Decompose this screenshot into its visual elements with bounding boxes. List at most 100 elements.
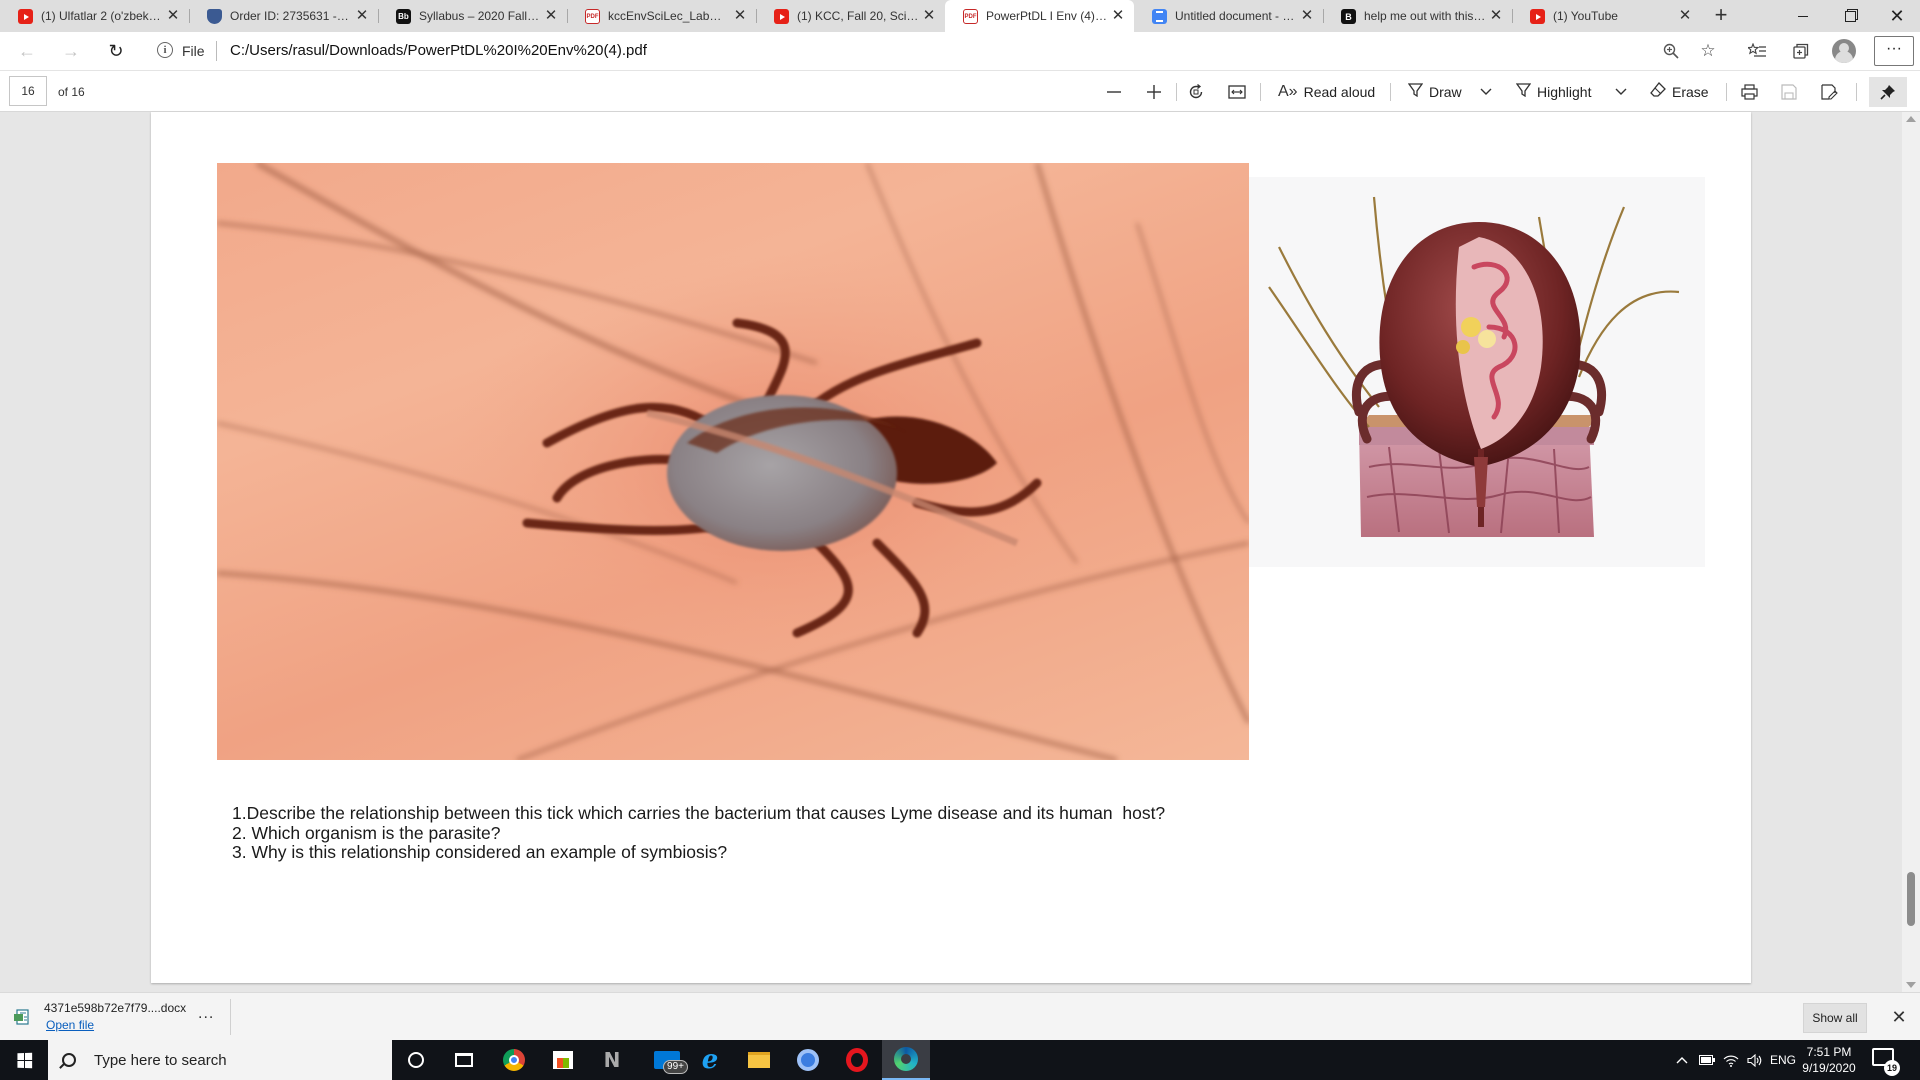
read-aloud-button[interactable]: A» Read aloud (1278, 77, 1375, 107)
favorite-star-icon[interactable]: ☆ (1693, 36, 1723, 66)
close-download-bar-icon[interactable]: ✕ (1887, 1005, 1911, 1029)
task-view-icon (455, 1053, 473, 1067)
pdf-toolbar: 16 of 16 A» Read aloud Draw Highlight Er… (0, 70, 1920, 112)
close-tab-icon[interactable]: ✕ (921, 8, 937, 24)
volume-icon[interactable] (1744, 1040, 1766, 1080)
zoom-out-icon[interactable] (1106, 77, 1122, 107)
cortana-button[interactable] (392, 1040, 440, 1080)
settings-more-button[interactable]: ··· (1874, 36, 1914, 66)
favorites-list-icon[interactable] (1742, 36, 1772, 66)
highlight-button[interactable]: Highlight (1515, 77, 1591, 107)
opera-taskbar-button[interactable] (833, 1040, 881, 1080)
close-tab-icon[interactable]: ✕ (732, 8, 748, 24)
profile-avatar[interactable] (1832, 39, 1856, 63)
forward-arrow-icon[interactable]: → (56, 36, 86, 66)
scroll-up-arrow-icon[interactable] (1906, 116, 1916, 122)
page-number-input[interactable]: 16 (9, 76, 47, 106)
refresh-icon[interactable]: ↻ (101, 36, 131, 66)
vertical-scrollbar[interactable] (1902, 112, 1920, 992)
search-placeholder: Type here to search (94, 1051, 227, 1069)
close-tab-icon[interactable]: ✕ (543, 8, 559, 24)
chrome-taskbar-button[interactable] (490, 1040, 538, 1080)
url-field[interactable]: C:/Users/rasul/Downloads/PowerPtDL%20I%2… (230, 42, 647, 59)
restore-icon[interactable] (1827, 0, 1873, 32)
url-scheme-label: File (182, 43, 205, 59)
mail-badge: 99+ (663, 1060, 688, 1074)
save-icon[interactable] (1781, 77, 1797, 107)
tab-google-docs[interactable]: Untitled document - Google Docs ✕ (1134, 0, 1323, 32)
erase-button[interactable]: Erase (1650, 77, 1709, 107)
rotate-icon[interactable] (1188, 77, 1204, 107)
store-taskbar-button[interactable] (539, 1040, 587, 1080)
draw-icon (1407, 82, 1424, 102)
wifi-icon[interactable] (1720, 1040, 1742, 1080)
tab-title: (1) Ulfatlar 2 (o'zbek film) (41, 9, 163, 23)
shield-icon (207, 9, 222, 24)
tab-syllabus[interactable]: Bb Syllabus – 2020 Fall Term ✕ (378, 0, 567, 32)
tab-brainly[interactable]: B help me out with this tick ✕ (1323, 0, 1512, 32)
search-icon (62, 1053, 76, 1067)
chromium-icon (797, 1049, 819, 1071)
draw-button[interactable]: Draw (1407, 77, 1462, 107)
cortana-icon (408, 1052, 424, 1068)
question-2: 2. Which organism is the parasite? (232, 822, 501, 843)
tab-kcc-lab[interactable]: (1) KCC, Fall 20, Sci 51, Lab ✕ (756, 0, 945, 32)
close-tab-icon[interactable]: ✕ (354, 8, 370, 24)
tab-lab-calendar[interactable]: PDF kccEnvSciLec_LabCalendar ✕ (567, 0, 756, 32)
new-tab-button[interactable]: + (1701, 0, 1741, 32)
mail-taskbar-button[interactable]: 99+ (643, 1040, 691, 1080)
eraser-icon (1650, 82, 1666, 102)
close-tab-icon[interactable]: ✕ (1677, 8, 1693, 24)
tab-order-id[interactable]: Order ID: 2735631 - Paper ✕ (189, 0, 378, 32)
edge-taskbar-button[interactable] (882, 1040, 930, 1080)
taskbar-clock[interactable]: 7:51 PM 9/19/2020 (1794, 1044, 1864, 1076)
toolbar-divider (1390, 83, 1391, 101)
start-button[interactable] (0, 1040, 48, 1080)
highlight-options-chevron-icon[interactable] (1615, 77, 1627, 107)
tick-on-skin-photo (217, 163, 1249, 760)
close-tab-icon[interactable]: ✕ (1488, 8, 1504, 24)
folder-icon (748, 1052, 770, 1068)
close-tab-icon[interactable]: ✕ (1110, 8, 1126, 24)
pin-toolbar-icon[interactable] (1869, 77, 1907, 107)
zoom-icon[interactable] (1656, 36, 1686, 66)
battery-icon[interactable] (1696, 1040, 1718, 1080)
scroll-down-arrow-icon[interactable] (1906, 982, 1916, 988)
close-tab-icon[interactable]: ✕ (1299, 8, 1315, 24)
chromium-taskbar-button[interactable] (784, 1040, 832, 1080)
window-close-icon[interactable]: ✕ (1874, 0, 1920, 32)
print-icon[interactable] (1741, 77, 1758, 107)
zoom-in-icon[interactable] (1146, 77, 1162, 107)
tick-anatomy-model-photo (1249, 177, 1705, 567)
youtube-icon (18, 9, 33, 24)
tab-youtube[interactable]: (1) YouTube ✕ (1512, 0, 1701, 32)
pdf-icon: PDF (963, 9, 978, 24)
highlight-icon (1515, 82, 1532, 102)
scrollbar-thumb[interactable] (1907, 872, 1915, 926)
ie-taskbar-button[interactable]: e (686, 1040, 734, 1080)
draw-label: Draw (1429, 84, 1462, 100)
app-n-taskbar-button[interactable]: N (588, 1040, 636, 1080)
blackboard-icon: Bb (396, 9, 411, 24)
explorer-taskbar-button[interactable] (735, 1040, 783, 1080)
site-info-icon[interactable]: i (157, 42, 173, 58)
fit-page-icon[interactable] (1228, 77, 1246, 107)
tab-ulfatlar[interactable]: (1) Ulfatlar 2 (o'zbek film) ✕ (0, 0, 189, 32)
collections-icon[interactable] (1786, 36, 1816, 66)
save-as-icon[interactable] (1821, 77, 1838, 107)
minimize-icon[interactable] (1780, 0, 1826, 32)
open-file-link[interactable]: Open file (46, 1018, 94, 1032)
taskbar-search[interactable]: Type here to search (48, 1040, 392, 1080)
pdf-viewer[interactable]: 1.Describe the relationship between this… (0, 112, 1920, 992)
tab-powerpt-pdf[interactable]: PDF PowerPtDL I Env (4).pdf ✕ (945, 0, 1134, 32)
task-view-button[interactable] (440, 1040, 488, 1080)
back-arrow-icon[interactable]: ← (12, 36, 42, 66)
download-more-icon[interactable]: ... (198, 1005, 214, 1023)
clock-date: 9/19/2020 (1802, 1061, 1856, 1075)
page-total: of 16 (58, 85, 85, 99)
show-all-button[interactable]: Show all (1803, 1003, 1867, 1033)
close-tab-icon[interactable]: ✕ (165, 8, 181, 24)
pdf-page: 1.Describe the relationship between this… (151, 112, 1751, 983)
draw-options-chevron-icon[interactable] (1480, 77, 1492, 107)
tray-chevron-up-icon[interactable] (1672, 1040, 1692, 1080)
